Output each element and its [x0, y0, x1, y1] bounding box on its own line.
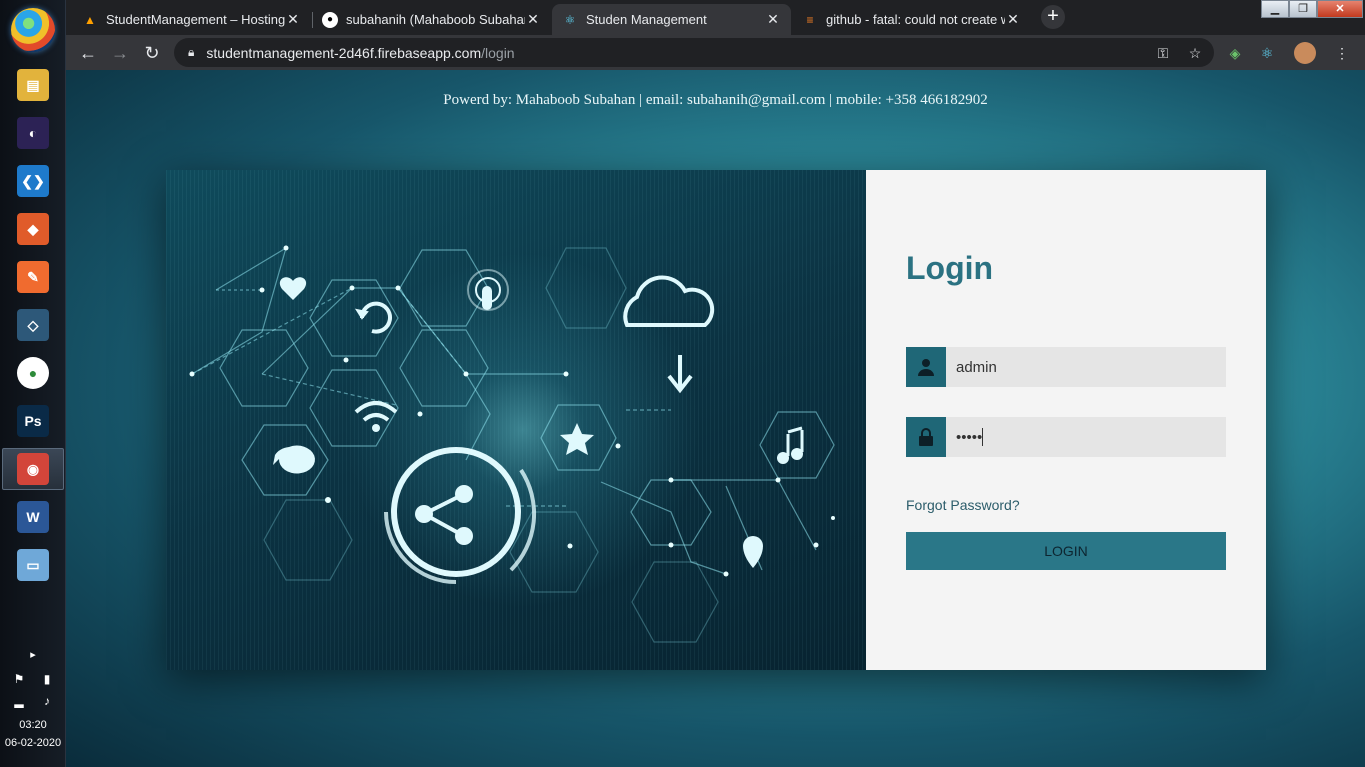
bookmark-star-icon[interactable]: ☆	[1185, 43, 1205, 63]
taskbar-app-photoshop[interactable]: Ps	[2, 400, 64, 442]
file-explorer-icon: ▤	[17, 69, 49, 101]
taskbar-app-mongodb-compass[interactable]: ●	[2, 352, 64, 394]
address-bar[interactable]: 🔒︎ studentmanagement-2d46f.firebaseapp.c…	[174, 38, 1214, 67]
taskbar-app-chrome[interactable]: ◉	[2, 448, 64, 490]
taskbar-app-mysql-workbench[interactable]: ◇	[2, 304, 64, 346]
clock-date[interactable]: 06-02-2020	[0, 737, 66, 749]
taskbar-app-notepad[interactable]: ▭	[2, 544, 64, 586]
login-card: Login admin ••••• Forgot Password? LOGIN	[166, 170, 1266, 670]
browser-tabstrip: ▲ StudentManagement – Hosting – ✕ ● suba…	[66, 0, 1365, 35]
password-value: •••••	[956, 428, 983, 446]
battery-icon[interactable]: ▮	[40, 672, 54, 686]
close-icon[interactable]: ✕	[1005, 11, 1021, 28]
page-viewport: Powerd by: Mahaboob Subahan | email: sub…	[66, 70, 1365, 767]
git-gui-icon: ◆	[17, 213, 49, 245]
taskbar-app-postman[interactable]: ✎	[2, 256, 64, 298]
photoshop-icon: Ps	[17, 405, 49, 437]
chrome-icon: ◉	[17, 453, 49, 485]
login-form: Login admin ••••• Forgot Password? LOGIN	[866, 170, 1266, 670]
reload-button[interactable]: ↻	[140, 41, 164, 65]
tray-expand-icon[interactable]: ▸	[0, 648, 66, 661]
lock-icon	[906, 417, 946, 457]
notepad-icon: ▭	[17, 549, 49, 581]
vscode-icon: ❮❯	[17, 165, 49, 197]
network-hexagon-graphic	[189, 245, 835, 643]
tab-stackoverflow[interactable]: ≡ github - fatal: could not create w ✕	[792, 4, 1031, 35]
password-input[interactable]: •••••	[946, 417, 1226, 457]
windows-taskbar: ▤ ◐ ❮❯ ◆ ✎ ◇ ● Ps ◉ W ▭ ▸ ⚑ ▮ ▂ ♪ 03:20 06-02-2020	[0, 0, 66, 767]
start-button[interactable]	[11, 8, 55, 52]
new-tab-button[interactable]: +	[1041, 5, 1065, 29]
system-tray: ⚑ ▮ ▂ ♪	[12, 672, 56, 708]
close-icon[interactable]: ✕	[765, 11, 781, 28]
taskbar-app-eclipse[interactable]: ◐	[2, 112, 64, 154]
window-controls: ▁ ❐ ✕	[1261, 0, 1363, 20]
stackoverflow-icon: ≡	[806, 12, 814, 27]
powered-by-text: Powerd by: Mahaboob Subahan | email: sub…	[443, 92, 988, 108]
volume-icon[interactable]: ♪	[40, 694, 54, 708]
key-icon[interactable]: ⚿	[1153, 43, 1173, 63]
tab-github-profile[interactable]: ● subahanih (Mahaboob Subahan) ✕	[312, 4, 551, 35]
extension-icon[interactable]: ◈	[1225, 43, 1245, 63]
mysql-workbench-icon: ◇	[17, 309, 49, 341]
taskbar-app-word[interactable]: W	[2, 496, 64, 538]
action-center-icon[interactable]: ⚑	[12, 672, 26, 686]
minimize-button[interactable]: ▁	[1261, 0, 1289, 18]
username-field[interactable]: admin	[906, 347, 1226, 387]
close-icon[interactable]: ✕	[525, 11, 541, 28]
username-input[interactable]: admin	[946, 347, 1226, 387]
profile-avatar[interactable]	[1294, 42, 1316, 64]
taskbar-app-file-explorer[interactable]: ▤	[2, 64, 64, 106]
close-icon[interactable]: ✕	[285, 11, 301, 28]
tech-illustration	[166, 170, 866, 670]
password-field[interactable]: •••••	[906, 417, 1226, 457]
login-title: Login	[906, 250, 994, 286]
back-button[interactable]: ←	[76, 41, 100, 65]
close-window-button[interactable]: ✕	[1317, 0, 1363, 18]
browser-toolbar: ← → ↻ 🔒︎ studentmanagement-2d46f.firebas…	[66, 35, 1365, 70]
eclipse-icon: ◐	[17, 117, 49, 149]
firebase-icon: ▲	[84, 12, 96, 27]
taskbar-app-git-gui[interactable]: ◆	[2, 208, 64, 250]
menu-icon[interactable]: ⋮	[1332, 43, 1352, 63]
forward-button[interactable]: →	[108, 41, 132, 65]
network-icon[interactable]: ▂	[12, 694, 26, 708]
clock-time[interactable]: 03:20	[0, 719, 66, 731]
taskbar-app-vscode[interactable]: ❮❯	[2, 160, 64, 202]
login-button[interactable]: LOGIN	[906, 532, 1226, 570]
tab-studen-management[interactable]: ⚛ Studen Management ✕	[552, 4, 791, 35]
postman-icon: ✎	[17, 261, 49, 293]
forgot-password-link[interactable]: Forgot Password?	[906, 497, 1020, 513]
mongodb-compass-icon: ●	[17, 357, 49, 389]
react-icon: ⚛	[564, 12, 576, 27]
maximize-button[interactable]: ❐	[1289, 0, 1317, 18]
tab-firebase-hosting[interactable]: ▲ StudentManagement – Hosting – ✕	[72, 4, 311, 35]
word-icon: W	[17, 501, 49, 533]
github-icon: ●	[322, 11, 338, 28]
text-cursor	[982, 428, 984, 446]
user-icon	[906, 347, 946, 387]
react-devtools-icon[interactable]: ⚛	[1257, 43, 1277, 63]
lock-icon[interactable]: 🔒︎	[188, 45, 194, 60]
